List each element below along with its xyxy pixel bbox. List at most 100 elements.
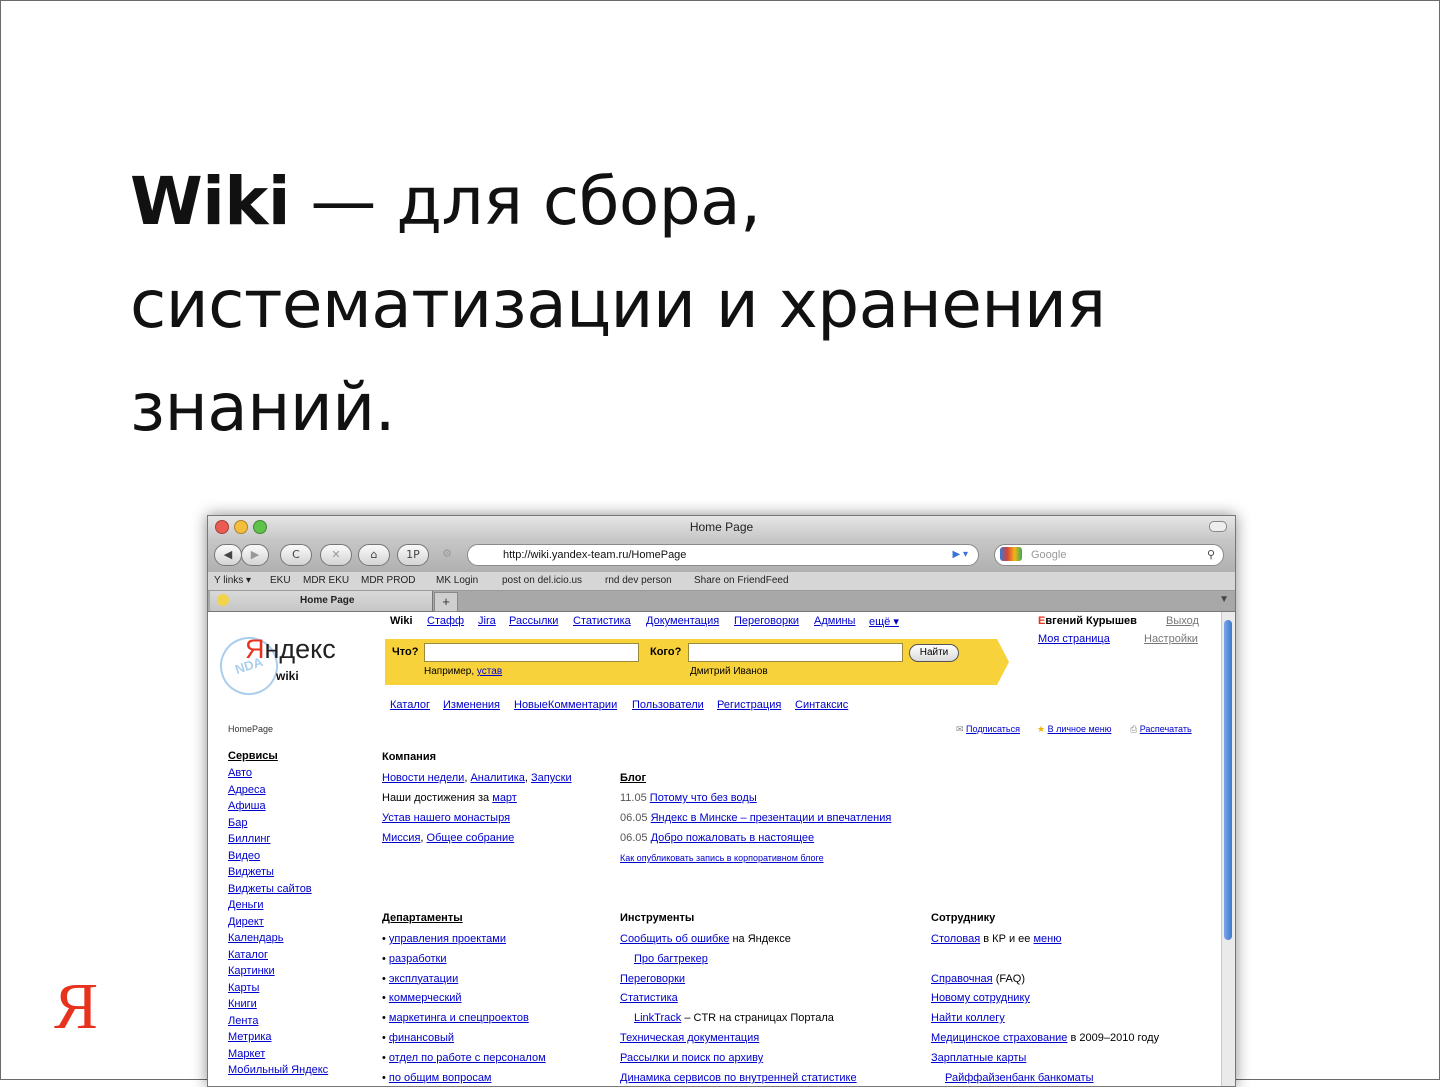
tech-docs-link[interactable]: Техническая документация	[620, 1032, 759, 1044]
subscribe-link[interactable]: Подписаться	[966, 724, 1020, 734]
department-link[interactable]: по общим вопросам	[389, 1072, 492, 1084]
service-link[interactable]: Картинки	[228, 965, 275, 977]
yandex-wiki-logo[interactable]: Яндекс	[245, 634, 336, 665]
atm-link[interactable]: Райффайзенбанк банкоматы	[945, 1072, 1094, 1084]
service-link[interactable]: Бар	[228, 817, 247, 829]
bugtracker-link[interactable]: Про багтрекер	[634, 953, 708, 965]
subscribe-action[interactable]: ✉ Подписаться	[956, 724, 1020, 735]
nav-statistics[interactable]: Статистика	[573, 615, 631, 627]
help-desk-link[interactable]: Справочная	[931, 973, 993, 985]
department-link[interactable]: отдел по работе с персоналом	[389, 1052, 546, 1064]
service-link[interactable]: Лента	[228, 1015, 258, 1027]
toolbar-toggle-button[interactable]	[1209, 521, 1227, 532]
gear-icon[interactable]: ⚙	[436, 544, 458, 564]
department-link[interactable]: управления проектами	[389, 933, 506, 945]
service-link[interactable]: Виджеты	[228, 866, 274, 878]
bookmark-item[interactable]: MDR PROD	[361, 575, 415, 586]
general-meeting-link[interactable]: Общее собрание	[427, 832, 515, 844]
settings-link[interactable]: Настройки	[1144, 633, 1198, 645]
subnav-syntax[interactable]: Синтаксис	[795, 699, 848, 711]
service-link[interactable]: Маркет	[228, 1048, 265, 1060]
insurance-link[interactable]: Медицинское страхование	[931, 1032, 1067, 1044]
department-link[interactable]: эксплуатации	[389, 973, 458, 985]
department-link[interactable]: коммерческий	[389, 992, 462, 1004]
stop-button[interactable]: ✕	[320, 544, 352, 566]
service-link[interactable]: Адреса	[228, 784, 266, 796]
post-link[interactable]: Добро пожаловать в настоящее	[651, 832, 815, 844]
bookmark-item[interactable]: post on del.icio.us	[502, 575, 582, 586]
analytics-link[interactable]: Аналитика	[470, 772, 524, 784]
print-action[interactable]: ⎙ Распечатать	[1130, 724, 1192, 735]
services-title[interactable]: Сервисы	[228, 750, 278, 762]
go-icon[interactable]: ▶ ▾	[953, 545, 969, 565]
tab-menu-icon[interactable]: ▼	[1219, 594, 1229, 605]
address-bar[interactable]: http://wiki.yandex-team.ru/HomePage ▶ ▾	[467, 544, 979, 566]
post-link[interactable]: Потому что без воды	[650, 792, 757, 804]
charter-link[interactable]: Устав нашего монастыря	[382, 812, 510, 824]
back-button[interactable]: ◀	[214, 544, 242, 566]
service-link[interactable]: Афиша	[228, 800, 266, 812]
nav-mailing-lists[interactable]: Рассылки	[509, 615, 558, 627]
bookmark-item[interactable]: MDR EKU	[303, 575, 349, 586]
services-dynamics-link[interactable]: Динамика сервисов по внутренней статисти…	[620, 1072, 857, 1084]
canteen-link[interactable]: Столовая	[931, 933, 980, 945]
logout-link[interactable]: Выход	[1166, 615, 1199, 627]
service-link[interactable]: Календарь	[228, 932, 284, 944]
personal-menu-link[interactable]: В личное меню	[1048, 724, 1112, 734]
service-link[interactable]: Биллинг	[228, 833, 270, 845]
example-link[interactable]: устав	[477, 666, 502, 677]
find-button[interactable]: Найти	[909, 644, 959, 662]
service-link[interactable]: Карты	[228, 982, 259, 994]
statistics-link[interactable]: Статистика	[620, 992, 678, 1004]
user-name[interactable]: Евгений Курышев	[1038, 615, 1137, 627]
report-bug-link[interactable]: Сообщить об ошибке	[620, 933, 729, 945]
menu-link[interactable]: меню	[1033, 933, 1061, 945]
new-tab-button[interactable]: +	[434, 592, 458, 612]
mission-link[interactable]: Миссия	[382, 832, 420, 844]
subnav-users[interactable]: Пользователи	[632, 699, 704, 711]
subnav-new-comments[interactable]: НовыеКомментарии	[514, 699, 617, 711]
page-scrollbar[interactable]	[1221, 612, 1235, 1086]
subnav-changes[interactable]: Изменения	[443, 699, 500, 711]
bookmark-item[interactable]: Share on FriendFeed	[694, 575, 789, 586]
service-link[interactable]: Виджеты сайтов	[228, 883, 312, 895]
service-link[interactable]: Мобильный Яндекс	[228, 1064, 328, 1076]
departments-title[interactable]: Департаменты	[382, 912, 463, 924]
forward-button[interactable]: ▶	[241, 544, 269, 566]
bookmark-item[interactable]: rnd dev person	[605, 575, 672, 586]
bookmark-item[interactable]: MK Login	[436, 575, 478, 586]
march-link[interactable]: март	[492, 792, 517, 804]
service-link[interactable]: Каталог	[228, 949, 268, 961]
salary-cards-link[interactable]: Зарплатные карты	[931, 1052, 1026, 1064]
subnav-catalog[interactable]: Каталог	[390, 699, 430, 711]
meeting-rooms-link[interactable]: Переговорки	[620, 973, 685, 985]
department-link[interactable]: маркетинга и спецпроектов	[389, 1012, 529, 1024]
find-colleague-link[interactable]: Найти коллегу	[931, 1012, 1005, 1024]
search-input[interactable]: Google ⚲	[994, 544, 1224, 566]
service-link[interactable]: Видео	[228, 850, 260, 862]
post-link[interactable]: Яндекс в Минске – презентации и впечатле…	[651, 812, 892, 824]
service-link[interactable]: Книги	[228, 998, 257, 1010]
personal-menu-action[interactable]: ★ В личное меню	[1037, 724, 1111, 735]
subnav-registration[interactable]: Регистрация	[717, 699, 781, 711]
my-page-link[interactable]: Моя страница	[1038, 633, 1110, 645]
linktrack-link[interactable]: LinkTrack	[634, 1012, 681, 1024]
nav-staff[interactable]: Стафф	[427, 615, 464, 627]
service-link[interactable]: Директ	[228, 916, 264, 928]
search-icon[interactable]: ⚲	[1207, 545, 1215, 565]
nav-meeting-rooms[interactable]: Переговорки	[734, 615, 799, 627]
news-link[interactable]: Новости недели	[382, 772, 464, 784]
scrollbar-thumb[interactable]	[1224, 620, 1232, 940]
launches-link[interactable]: Запуски	[531, 772, 572, 784]
department-link[interactable]: разработки	[389, 953, 447, 965]
home-button[interactable]: ⌂	[358, 544, 390, 566]
blog-title[interactable]: Блог	[620, 772, 646, 784]
print-link[interactable]: Распечатать	[1140, 724, 1192, 734]
bookmark-item[interactable]: EKU	[270, 575, 291, 586]
nav-more[interactable]: ещё ▾	[869, 615, 899, 628]
service-link[interactable]: Деньги	[228, 899, 264, 911]
reload-button[interactable]: C	[280, 544, 312, 566]
service-link[interactable]: Метрика	[228, 1031, 272, 1043]
nav-documentation[interactable]: Документация	[646, 615, 719, 627]
new-employee-link[interactable]: Новому сотруднику	[931, 992, 1030, 1004]
